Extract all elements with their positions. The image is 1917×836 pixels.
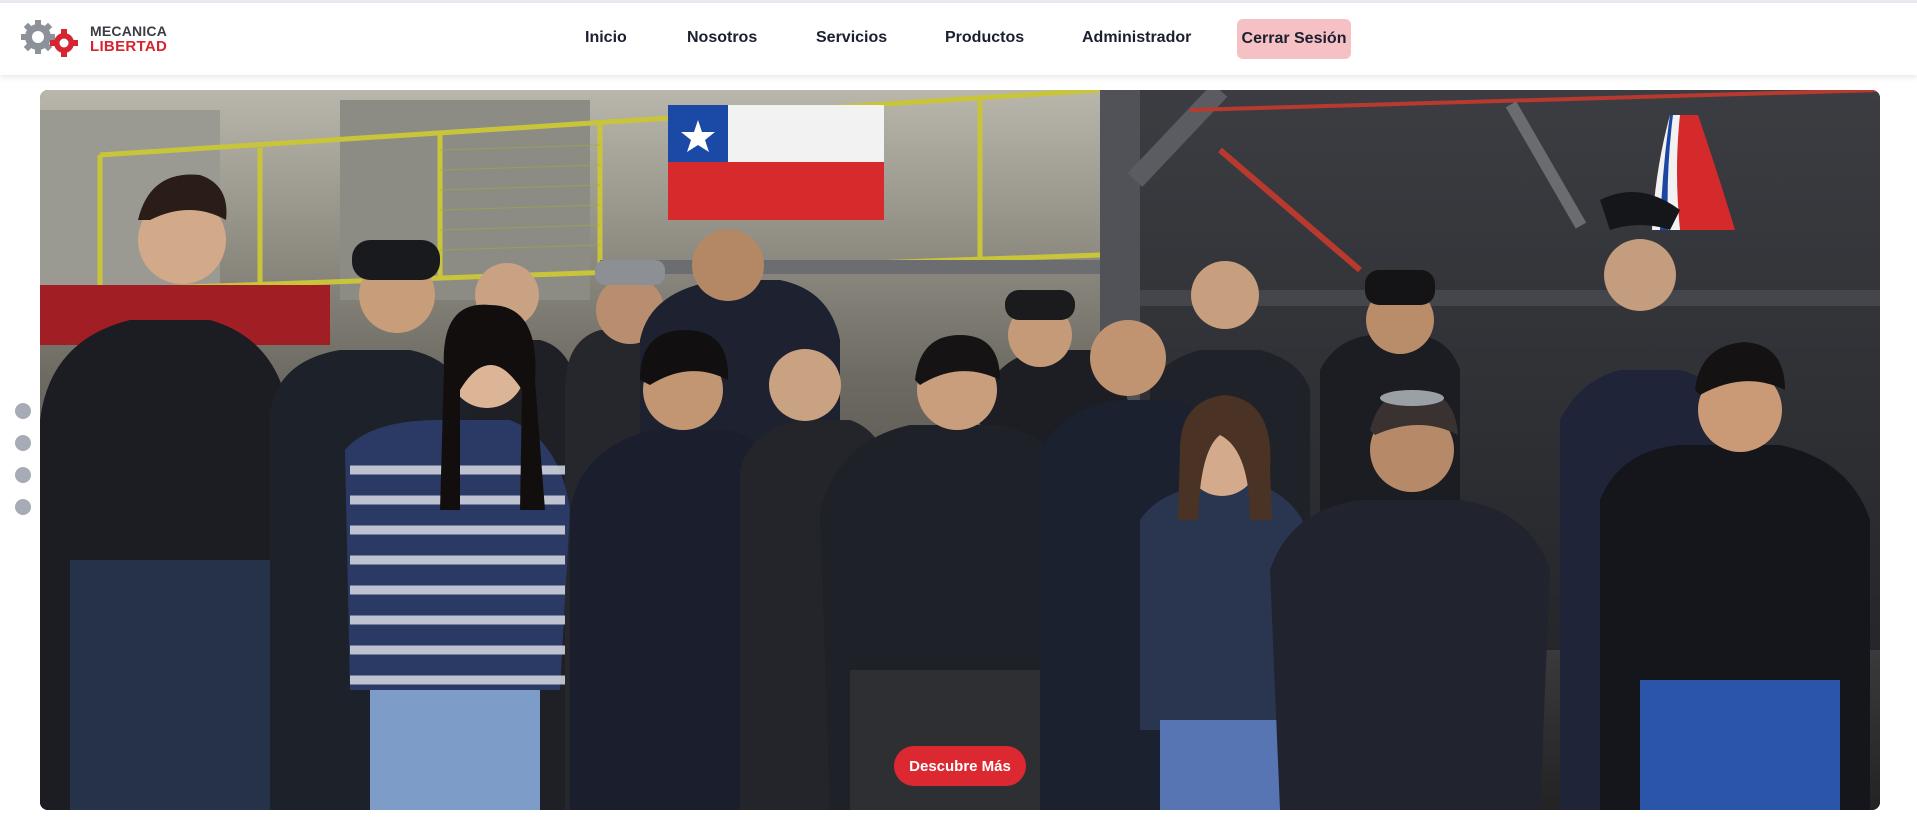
main-menu: Inicio Nosotros Servicios Productos Admi… xyxy=(0,3,1917,75)
team-photo xyxy=(40,90,1880,810)
carousel-dot-3[interactable] xyxy=(15,467,31,483)
hero-carousel xyxy=(40,90,1880,810)
carousel-dot-1[interactable] xyxy=(15,403,31,419)
carousel-indicators xyxy=(15,403,31,515)
nav-item-inicio[interactable]: Inicio xyxy=(585,29,627,47)
nav-item-administrador[interactable]: Administrador xyxy=(1082,29,1191,47)
chilean-flag-icon xyxy=(668,105,884,220)
nav-item-nosotros[interactable]: Nosotros xyxy=(687,29,757,47)
navbar: MECANICA LIBERTAD Inicio Nosotros Servic… xyxy=(0,3,1917,75)
logout-button[interactable]: Cerrar Sesión xyxy=(1237,19,1351,59)
carousel-dot-4[interactable] xyxy=(15,499,31,515)
discover-more-button[interactable]: Descubre Más xyxy=(894,746,1026,786)
nav-item-productos[interactable]: Productos xyxy=(945,29,1024,47)
carousel-dot-2[interactable] xyxy=(15,435,31,451)
nav-item-servicios[interactable]: Servicios xyxy=(816,29,887,47)
